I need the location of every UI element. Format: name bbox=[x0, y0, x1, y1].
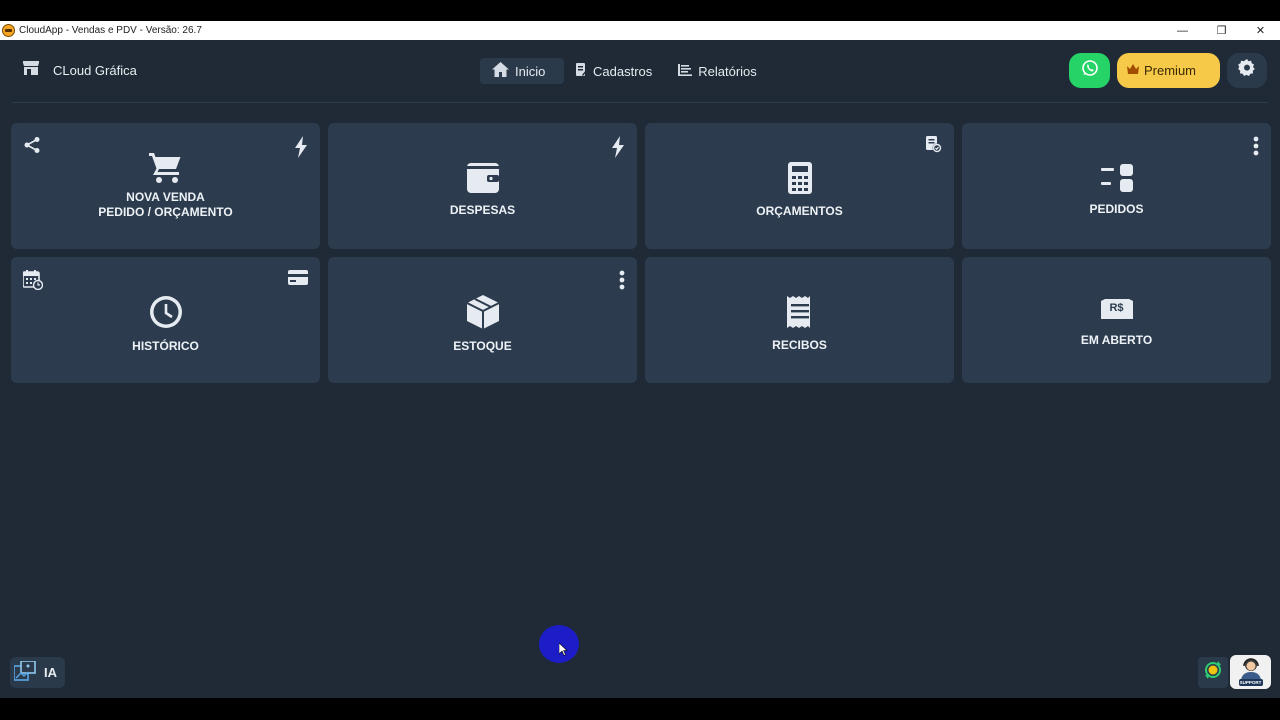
share-icon[interactable] bbox=[23, 136, 41, 154]
card-label: RECIBOS bbox=[772, 337, 827, 352]
support-agent-icon: SUPPORT bbox=[1236, 657, 1266, 687]
orders-icon bbox=[1100, 163, 1133, 192]
whatsapp-button[interactable] bbox=[1069, 53, 1110, 88]
ia-icon bbox=[13, 660, 36, 684]
bolt-icon[interactable] bbox=[611, 136, 625, 158]
premium-button[interactable]: Premium bbox=[1117, 53, 1220, 88]
sync-icon bbox=[1203, 660, 1223, 685]
calculator-icon bbox=[787, 161, 812, 194]
main-nav: Inicio Cadastros Relatórios bbox=[480, 58, 771, 84]
maximize-button[interactable]: ❐ bbox=[1202, 21, 1241, 40]
card-sublabel: PEDIDO / ORÇAMENTO bbox=[98, 205, 233, 219]
tab-label: Relatórios bbox=[698, 63, 757, 79]
screen-bottom-border bbox=[0, 698, 1280, 720]
app-header: CLoud Gráfica Inicio Cadastros Relatório… bbox=[0, 40, 1280, 102]
card-label: ORÇAMENTOS bbox=[756, 203, 843, 218]
support-button[interactable]: SUPPORT bbox=[1230, 655, 1271, 689]
dashboard-grid: NOVA VENDA PEDIDO / ORÇAMENTO DESPESAS O… bbox=[11, 123, 1271, 383]
tab-inicio[interactable]: Inicio bbox=[480, 58, 564, 84]
wallet-icon bbox=[466, 162, 499, 193]
app-logo-icon bbox=[2, 24, 15, 37]
app-body: CLoud Gráfica Inicio Cadastros Relatório… bbox=[0, 40, 1280, 698]
credit-card-icon[interactable] bbox=[288, 270, 308, 285]
brand[interactable]: CLoud Gráfica bbox=[22, 60, 137, 81]
clock-icon bbox=[149, 295, 183, 329]
gear-icon bbox=[1238, 59, 1256, 82]
screen-top-border bbox=[0, 0, 1280, 21]
card-estoque[interactable]: ESTOQUE bbox=[328, 257, 637, 383]
minimize-button[interactable]: — bbox=[1163, 21, 1202, 40]
list-icon bbox=[678, 63, 693, 79]
ia-label: IA bbox=[44, 665, 57, 680]
tab-relatorios[interactable]: Relatórios bbox=[666, 58, 771, 84]
ia-button[interactable]: IA bbox=[10, 657, 65, 688]
card-em-aberto[interactable]: R$ EM ABERTO bbox=[962, 257, 1271, 383]
money-icon: R$ bbox=[1100, 298, 1133, 321]
more-vertical-icon[interactable] bbox=[1253, 136, 1259, 156]
window-title: CloudApp - Vendas e PDV - Versão: 26.7 bbox=[19, 25, 202, 36]
mouse-cursor-icon bbox=[558, 642, 568, 661]
card-historico[interactable]: HISTÓRICO bbox=[11, 257, 320, 383]
more-vertical-icon[interactable] bbox=[619, 270, 625, 290]
document-check-icon[interactable] bbox=[926, 136, 942, 153]
card-orcamentos[interactable]: ORÇAMENTOS bbox=[645, 123, 954, 249]
crown-icon bbox=[1126, 63, 1140, 78]
box-icon bbox=[466, 294, 499, 329]
card-label: HISTÓRICO bbox=[132, 338, 199, 353]
receipt-icon bbox=[786, 295, 813, 328]
tab-cadastros[interactable]: Cadastros bbox=[564, 58, 666, 84]
window-titlebar: CloudApp - Vendas e PDV - Versão: 26.7 —… bbox=[0, 21, 1280, 40]
support-label: SUPPORT bbox=[1239, 680, 1262, 685]
card-despesas[interactable]: DESPESAS bbox=[328, 123, 637, 249]
card-label: NOVA VENDA bbox=[126, 190, 205, 204]
settings-button[interactable] bbox=[1227, 53, 1267, 88]
card-label: ESTOQUE bbox=[453, 338, 512, 353]
card-recibos[interactable]: RECIBOS bbox=[645, 257, 954, 383]
store-icon bbox=[22, 60, 40, 81]
bolt-icon[interactable] bbox=[294, 136, 308, 158]
card-label: PEDIDOS bbox=[1089, 201, 1144, 216]
tab-label: Cadastros bbox=[593, 63, 653, 79]
money-text: R$ bbox=[1109, 301, 1124, 314]
home-icon bbox=[492, 62, 509, 80]
card-label: EM ABERTO bbox=[1080, 332, 1153, 347]
tab-label: Inicio bbox=[515, 63, 546, 79]
card-pedidos[interactable]: PEDIDOS bbox=[962, 123, 1271, 249]
edit-document-icon bbox=[576, 63, 587, 79]
whatsapp-icon bbox=[1081, 59, 1099, 82]
header-divider bbox=[12, 102, 1268, 103]
brand-label: CLoud Gráfica bbox=[53, 63, 137, 78]
card-nova-venda[interactable]: NOVA VENDA PEDIDO / ORÇAMENTO bbox=[11, 123, 320, 249]
card-label: DESPESAS bbox=[449, 202, 516, 217]
premium-label: Premium bbox=[1144, 63, 1197, 78]
cart-icon bbox=[148, 152, 183, 184]
close-button[interactable]: ✕ bbox=[1241, 21, 1280, 40]
sync-button[interactable] bbox=[1198, 657, 1228, 688]
calendar-icon[interactable] bbox=[23, 270, 43, 290]
